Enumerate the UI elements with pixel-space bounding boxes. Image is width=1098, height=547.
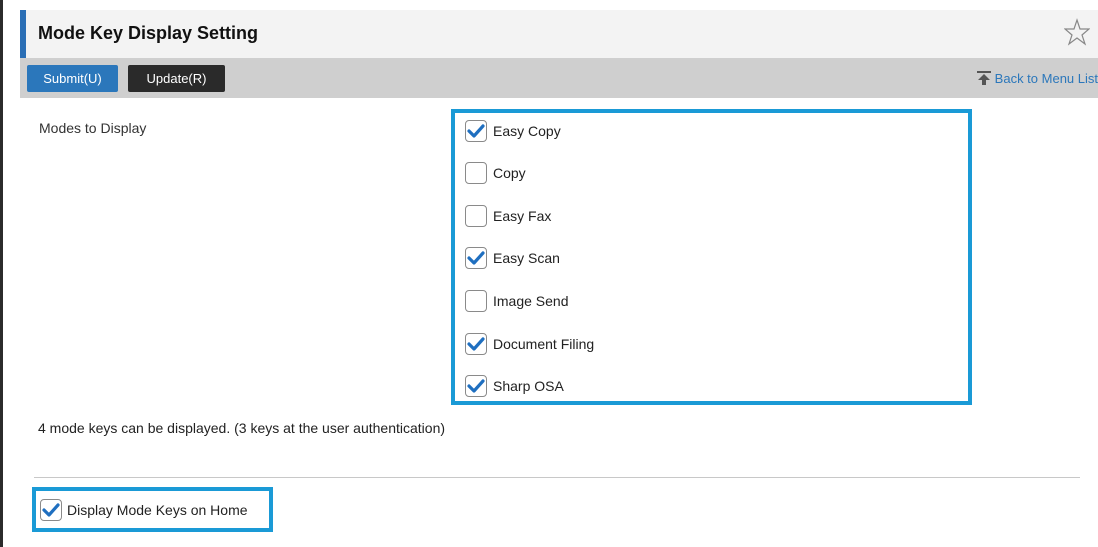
easy-fax-label: Easy Fax	[493, 208, 552, 224]
easy-scan-checkbox[interactable]	[465, 247, 487, 269]
easy-scan-label: Easy Scan	[493, 250, 560, 266]
section-divider	[34, 477, 1080, 478]
document-filing-checkbox[interactable]	[465, 333, 487, 355]
checkmark-icon	[467, 379, 485, 393]
toolbar: Submit(U) Update(R) Back to Menu List	[20, 58, 1098, 98]
checkmark-icon	[467, 124, 485, 138]
mode-option-image-send[interactable]: Image Send	[465, 290, 569, 312]
back-to-top-icon	[976, 71, 991, 85]
modes-to-display-label: Modes to Display	[39, 120, 147, 136]
easy-copy-label: Easy Copy	[493, 123, 561, 139]
star-icon[interactable]	[1064, 18, 1090, 46]
sharp-osa-label: Sharp OSA	[493, 378, 564, 394]
sharp-osa-checkbox[interactable]	[465, 375, 487, 397]
image-send-checkbox[interactable]	[465, 290, 487, 312]
left-edge-rule	[0, 0, 3, 547]
mode-option-easy-fax[interactable]: Easy Fax	[465, 205, 551, 227]
mode-option-easy-copy[interactable]: Easy Copy	[465, 120, 561, 142]
mode-option-easy-scan[interactable]: Easy Scan	[465, 247, 560, 269]
display-mode-keys-on-home-option[interactable]: Display Mode Keys on Home	[40, 499, 248, 521]
update-button[interactable]: Update(R)	[128, 65, 225, 92]
image-send-label: Image Send	[493, 293, 569, 309]
mode-key-limit-note: 4 mode keys can be displayed. (3 keys at…	[38, 420, 446, 436]
display-mode-keys-on-home-label: Display Mode Keys on Home	[67, 502, 248, 518]
home-display-option: Display Mode Keys on Home	[32, 487, 273, 532]
easy-copy-checkbox[interactable]	[465, 120, 487, 142]
page-title: Mode Key Display Setting	[38, 23, 259, 43]
title-bar: Mode Key Display Setting	[20, 10, 1098, 58]
submit-button[interactable]: Submit(U)	[27, 65, 118, 92]
mode-option-copy[interactable]: Copy	[465, 162, 526, 184]
modes-checkbox-group: Easy Copy Copy Easy Fax Easy Scan Image …	[451, 109, 972, 405]
back-link-label: Back to Menu List	[994, 70, 1098, 86]
easy-fax-checkbox[interactable]	[465, 205, 487, 227]
checkmark-icon	[467, 337, 485, 351]
mode-option-document-filing[interactable]: Document Filing	[465, 333, 594, 355]
checkmark-icon	[467, 251, 485, 265]
copy-label: Copy	[493, 165, 526, 181]
back-to-menu-list-link[interactable]: Back to Menu List	[975, 70, 1098, 86]
copy-checkbox[interactable]	[465, 162, 487, 184]
mode-option-sharp-osa[interactable]: Sharp OSA	[465, 375, 564, 397]
document-filing-label: Document Filing	[493, 336, 595, 352]
display-mode-keys-on-home-checkbox[interactable]	[40, 499, 62, 521]
checkmark-icon	[42, 503, 60, 517]
